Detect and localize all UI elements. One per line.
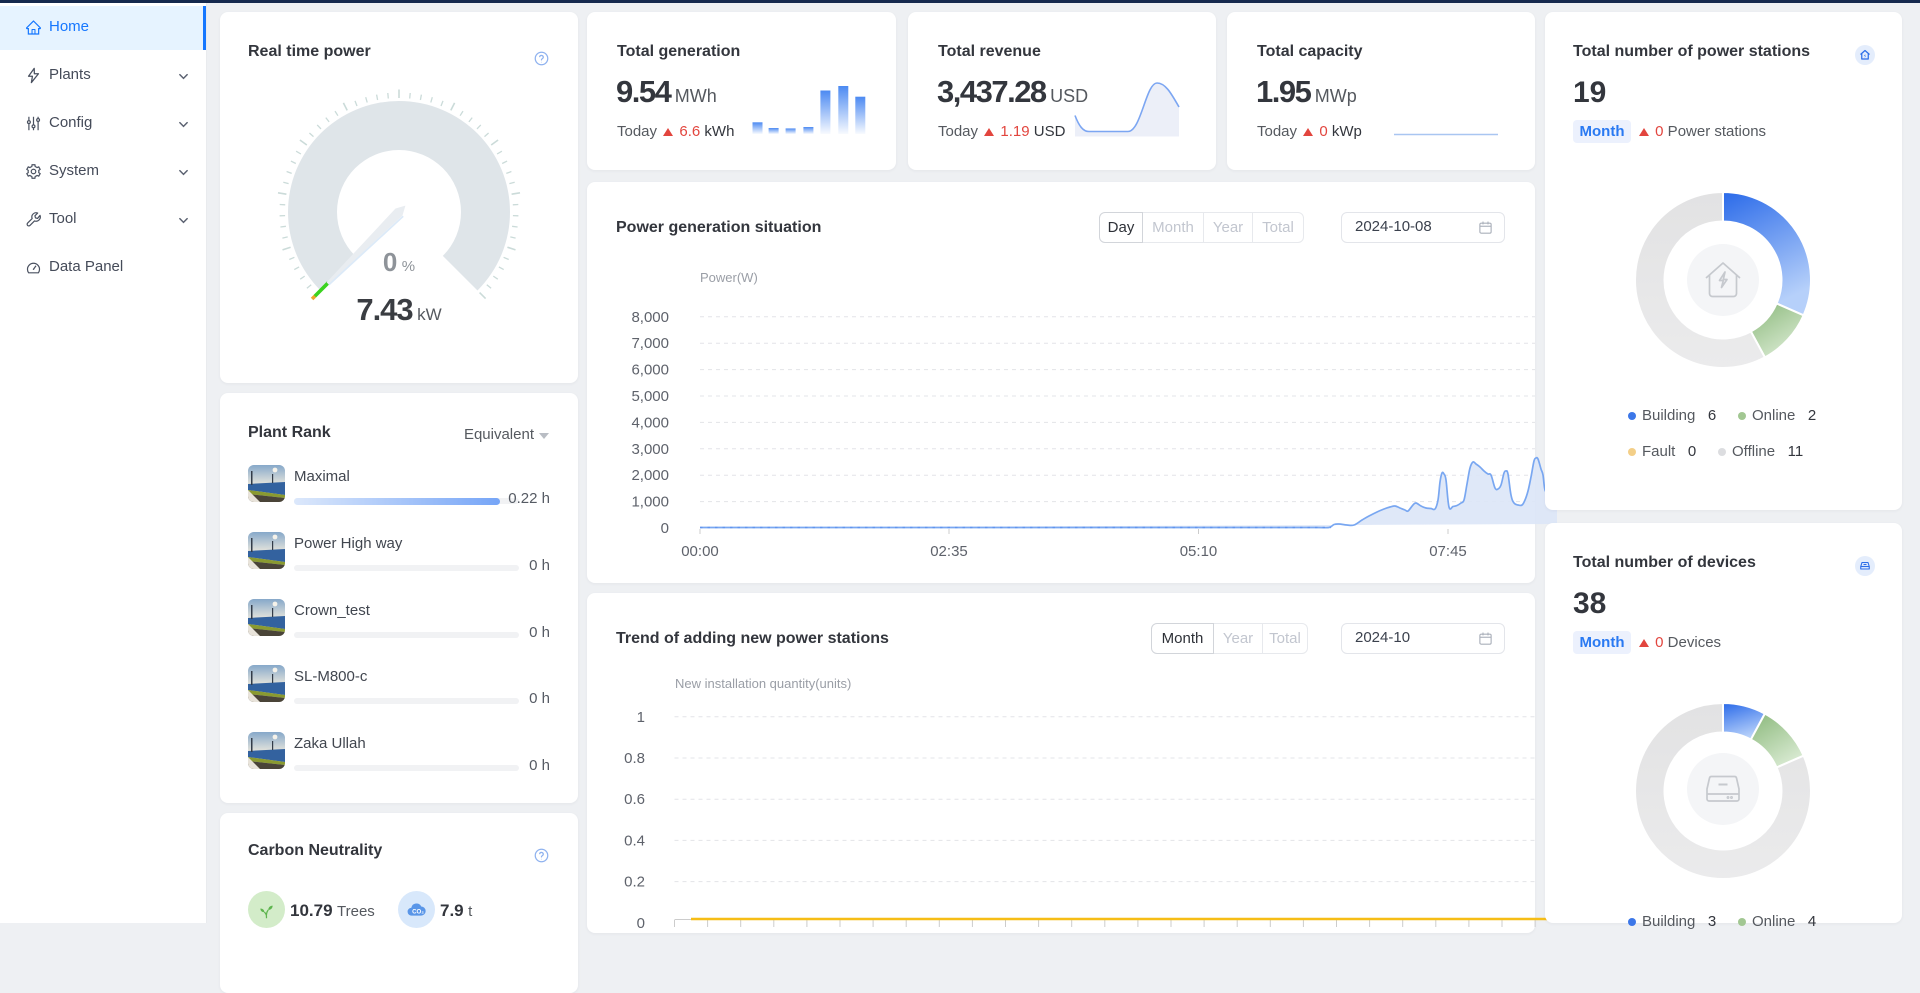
svg-text:07:45: 07:45 bbox=[1429, 543, 1467, 560]
svg-text:1: 1 bbox=[637, 709, 645, 726]
svg-text:0.2: 0.2 bbox=[624, 874, 645, 891]
svg-text:02:35: 02:35 bbox=[930, 543, 968, 560]
svg-text:05:10: 05:10 bbox=[1180, 543, 1218, 560]
svg-text:6,000: 6,000 bbox=[631, 362, 669, 379]
svg-text:0.4: 0.4 bbox=[624, 832, 645, 849]
svg-text:CO₂: CO₂ bbox=[412, 908, 424, 915]
svg-text:0: 0 bbox=[637, 915, 645, 932]
svg-text:0.8: 0.8 bbox=[624, 750, 645, 767]
svg-text:8,000: 8,000 bbox=[631, 309, 669, 326]
svg-text:4,000: 4,000 bbox=[631, 414, 669, 431]
svg-text:7,000: 7,000 bbox=[631, 335, 669, 352]
svg-text:00:00: 00:00 bbox=[681, 543, 719, 560]
svg-text:5,000: 5,000 bbox=[631, 388, 669, 405]
svg-text:0: 0 bbox=[661, 520, 669, 537]
svg-text:1,000: 1,000 bbox=[631, 494, 669, 511]
svg-text:3,000: 3,000 bbox=[631, 441, 669, 458]
svg-text:0.6: 0.6 bbox=[624, 791, 645, 808]
svg-text:2,000: 2,000 bbox=[631, 467, 669, 484]
